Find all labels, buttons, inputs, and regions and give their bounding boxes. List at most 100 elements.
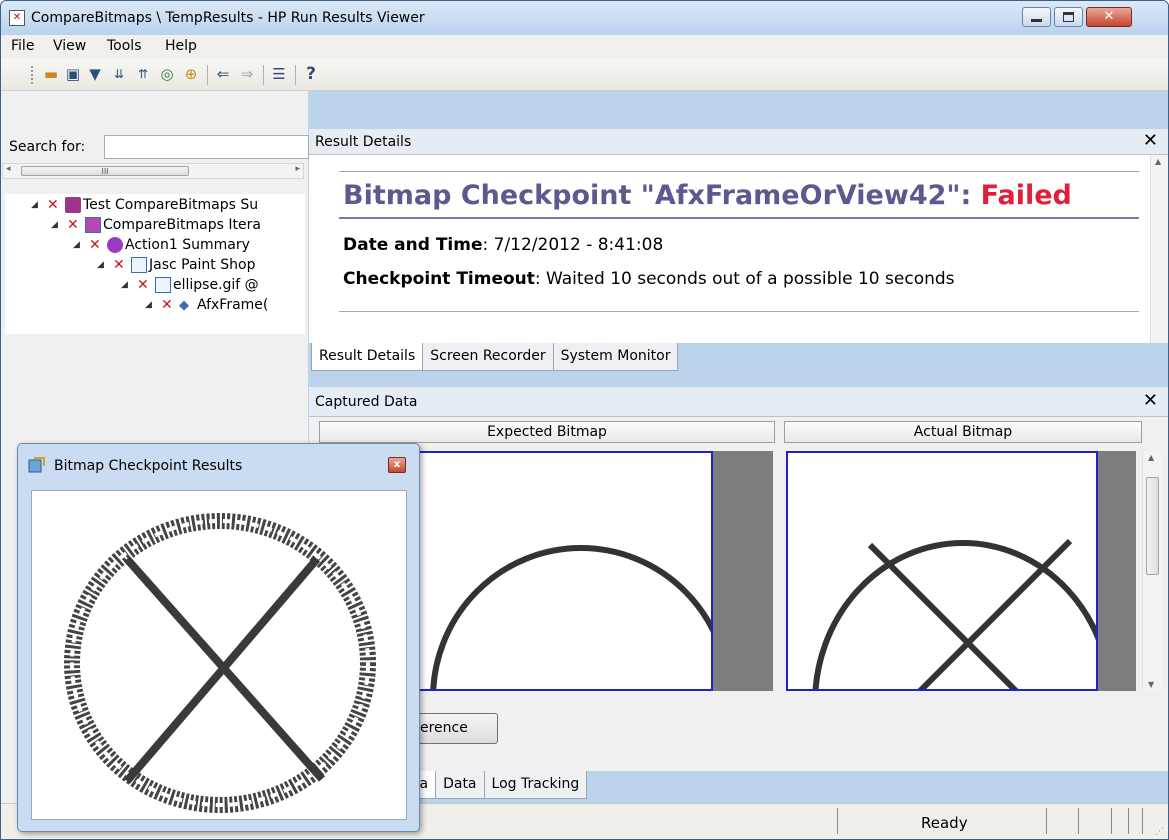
tab-system-monitor[interactable]: System Monitor [552,343,679,371]
tree-node[interactable]: ◢ ✕ Action1 Summary [73,235,250,255]
timeout-label: Checkpoint Timeout [343,269,535,289]
window-title: CompareBitmaps \ TempResults - HP Run Re… [31,10,425,26]
failed-icon: ✕ [161,297,173,313]
right-pane: Result Details ✕ Bitmap Checkpoint "AfxF… [309,129,1168,839]
expected-bitmap-header: Expected Bitmap [319,421,775,443]
actual-ellipse-x-drawing [812,538,1114,839]
scroll-thumb[interactable]: III [21,166,189,176]
window-icon [131,257,147,273]
actual-bitmap-image [786,451,1114,839]
tree-node-label: ellipse.gif @ [173,277,259,293]
close-pane-icon[interactable]: ✕ [1143,390,1158,411]
maximize-icon [1063,12,1074,22]
minimize-icon [1031,19,1042,22]
close-icon: ✕ [1103,9,1115,24]
tree-node-label: Action1 Summary [125,237,250,253]
tab-screen-recorder[interactable]: Screen Recorder [422,343,554,371]
close-pane-icon[interactable]: ✕ [1143,130,1158,151]
actual-bitmap-header: Actual Bitmap [784,421,1142,443]
tree-node[interactable]: ◢ ✕ ellipse.gif @ [121,275,259,295]
close-button[interactable]: ✕ [1086,7,1132,27]
status-divider [837,808,838,834]
details-tabs: Result Details Screen Recorder System Mo… [311,343,679,371]
menu-file[interactable]: File [11,38,34,54]
timeout-row: Checkpoint Timeout: Waited 10 seconds ou… [343,269,955,289]
collapse-triangle-icon[interactable]: ◢ [51,220,67,230]
find-icon[interactable]: ◎ [157,64,177,84]
difference-drawing [64,513,376,813]
failed-icon: ✕ [67,217,79,233]
tree-node[interactable]: ◢ ✕ Jasc Paint Shop [97,255,255,275]
tree-node[interactable]: ◢ ✕ CompareBitmaps Itera [51,215,261,235]
menu-tools[interactable]: Tools [107,38,142,54]
collapse-triangle-icon[interactable]: ◢ [73,240,89,250]
failed-icon: ✕ [89,237,101,253]
date-time-row: Date and Time: 7/12/2012 - 8:41:08 [343,235,663,255]
expand-all-icon[interactable]: ⇊ [109,64,129,84]
forward-icon[interactable]: ⇒ [237,64,257,84]
scroll-up-icon[interactable]: ▲ [1148,453,1154,462]
open-folder-icon[interactable]: ▬ [41,64,61,84]
resize-grip-icon[interactable]: ⋰ [1155,827,1164,837]
expected-bitmap-image [409,451,732,839]
print-icon[interactable]: ▣ [63,64,83,84]
checkpoint-heading-text: Bitmap Checkpoint "AfxFrameOrView42": [343,180,981,211]
details-scrollbar[interactable]: ▲ [1150,155,1168,343]
divider [339,171,1139,172]
tab-result-details[interactable]: Result Details [311,343,424,371]
scroll-up-icon[interactable]: ▲ [1155,157,1161,166]
scroll-down-icon[interactable]: ▼ [1148,680,1154,689]
checkpoint-heading: Bitmap Checkpoint "AfxFrameOrView42": Fa… [343,180,1072,211]
add-icon[interactable]: ⊕ [181,64,201,84]
toolbar-grip [31,66,34,84]
failed-icon: ✕ [137,277,149,293]
maximize-button[interactable] [1054,7,1083,27]
help-icon[interactable]: ? [301,64,321,84]
scroll-right-icon[interactable]: ▸ [295,164,300,174]
filter-icon[interactable]: ▼ [85,64,105,84]
app-results-icon: ✕ [9,10,25,26]
menu-view[interactable]: View [53,38,86,54]
result-details-title: Result Details [315,134,412,150]
toolbar-separator [207,65,208,85]
title-bar: ✕ CompareBitmaps \ TempResults - HP Run … [1,1,1168,35]
scroll-thumb[interactable] [1146,477,1159,575]
collapse-all-icon[interactable]: ⇈ [133,64,153,84]
popup-close-button[interactable]: x [388,457,406,473]
collapse-triangle-icon[interactable]: ◢ [97,260,113,270]
search-label: Search for: [9,139,86,155]
back-icon[interactable]: ⇐ [213,64,233,84]
tree-node[interactable]: ◢ ✕ Test CompareBitmaps Su [31,195,258,215]
status-divider [1078,808,1079,834]
tree-node-label: Test CompareBitmaps Su [83,197,259,213]
difference-bitmap-image [31,490,407,820]
menu-help[interactable]: Help [165,38,197,54]
status-divider [1111,808,1112,834]
list-icon[interactable]: ☰ [269,64,289,84]
minimize-button[interactable] [1022,7,1051,27]
timeout-value: : Waited 10 seconds out of a possible 10… [534,269,955,289]
result-details-panel: Bitmap Checkpoint "AfxFrameOrView42": Fa… [309,155,1168,343]
status-divider [1142,808,1143,834]
collapse-triangle-icon[interactable]: ◢ [121,280,137,290]
search-input[interactable] [104,135,309,159]
collapse-triangle-icon[interactable]: ◢ [31,200,47,210]
divider [339,311,1139,312]
bitmap-scrollbar[interactable]: ▲ ▼ [1142,451,1162,691]
result-details-header: Result Details ✕ [309,129,1168,155]
tree-node-label: AfxFrame( [197,297,269,313]
collapse-triangle-icon[interactable]: ◢ [145,300,161,310]
bitmap-checkpoint-results-window[interactable]: Bitmap Checkpoint Results x [17,443,420,832]
test-icon [65,197,81,213]
tree-horizontal-scrollbar[interactable]: ◂ III ▸ [2,163,304,179]
tab-log-tracking[interactable]: Log Tracking [483,771,588,799]
tree-node-label: CompareBitmaps Itera [103,217,261,233]
status-divider [1046,808,1047,834]
status-divider [1128,808,1129,834]
window-icon [155,277,171,293]
tree-node-label: Jasc Paint Shop [149,257,256,273]
tree-node[interactable]: ◢ ✕ ◆ AfxFrame( [145,295,268,315]
tab-data[interactable]: Data [435,771,485,799]
scroll-left-icon[interactable]: ◂ [6,164,11,174]
captured-data-panel: Expected Bitmap Actual Bitmap ▲ ▼ erence [309,417,1168,839]
